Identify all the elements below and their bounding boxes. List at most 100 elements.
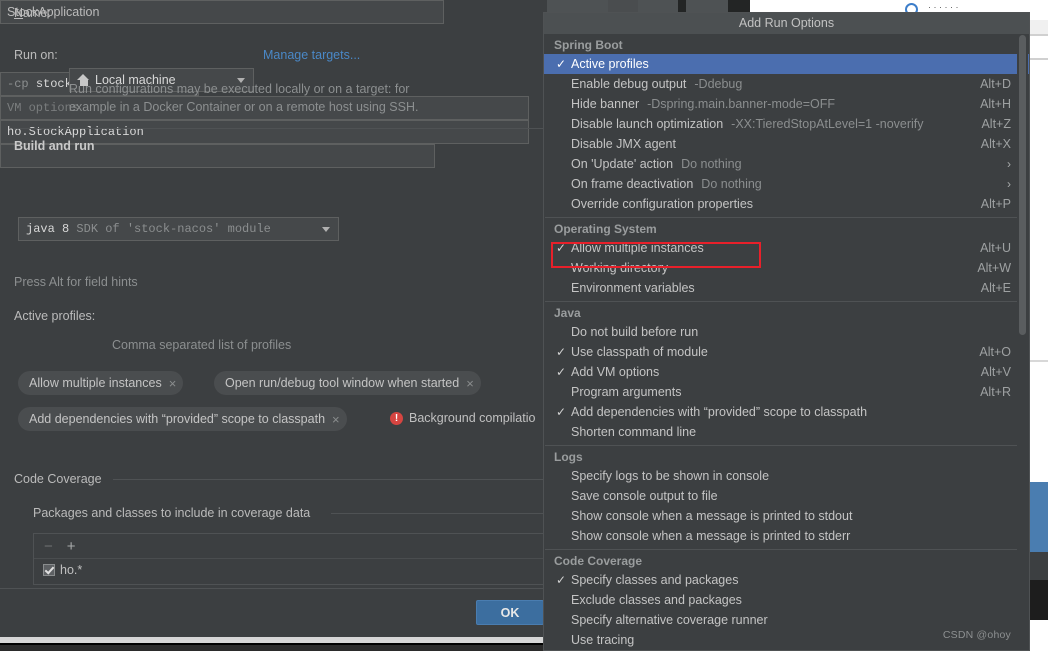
chip-add-provided-dependencies[interactable]: Add dependencies with “provided” scope t… [18,407,347,431]
warning-icon: ! [390,411,403,425]
chip-open-run-debug-tool-window[interactable]: Open run/debug tool window when started … [214,371,481,395]
name-row: Name: [14,6,51,20]
field-hints-text: Press Alt for field hints [14,275,138,289]
chevron-down-icon [322,226,330,232]
active-profiles-hint: Comma separated list of profiles [112,338,292,352]
menu-item-shorten-command-line[interactable]: Shorten command line [544,422,1029,442]
add-pattern-button[interactable]: + [67,539,76,554]
menu-item-specify-logs-to-be-shown-in-console[interactable]: Specify logs to be shown in console [544,466,1029,486]
chip-label: Add dependencies with “provided” scope t… [29,412,326,426]
close-icon[interactable]: × [466,377,474,390]
manage-targets-row: Manage targets... [263,48,360,62]
coverage-pattern-checkbox[interactable] [43,564,55,576]
menu-item-program-arguments[interactable]: Program arguments Alt+R [544,382,1029,402]
menu-item-label: Active profiles [571,57,649,71]
run-on-hint-line1: Run configurations may be executed local… [69,82,410,96]
jre-suffix: SDK of 'stock-nacos' module [76,222,271,236]
menu-item-sublabel: -XX:TieredStopAtLevel=1 -noverify [731,117,924,131]
manage-targets-link[interactable]: Manage targets... [263,48,360,62]
checkmark-icon: ✓ [556,345,567,359]
menu-item-disable-jmx-agent[interactable]: Disable JMX agent Alt+X [544,134,1029,154]
menu-item-label: Specify classes and packages [571,573,739,587]
menu-item-shortcut: Alt+V [980,365,1011,379]
menu-item-shortcut: Alt+D [980,77,1011,91]
remove-pattern-button[interactable]: − [44,539,53,554]
divider [14,128,547,129]
menu-item-on-update-action[interactable]: On 'Update' action Do nothing › [544,154,1029,174]
coverage-toolbar: − + [34,534,546,559]
menu-item-allow-multiple-instances[interactable]: ✓ Allow multiple instances Alt+U [544,238,1029,258]
menu-item-enable-debug-output[interactable]: Enable debug output -Ddebug Alt+D [544,74,1029,94]
menu-item-environment-variables[interactable]: Environment variables Alt+E [544,278,1029,298]
close-icon[interactable]: × [332,413,340,426]
menu-item-label: Allow multiple instances [571,241,704,255]
menu-item-label: Add dependencies with “provided” scope t… [571,405,868,419]
coverage-group-label: Packages and classes to include in cover… [33,506,311,520]
menu-item-label: Enable debug output [571,77,687,91]
menu-item-sublabel: Do nothing [681,157,742,171]
menu-item-label: Program arguments [571,385,682,399]
ok-button[interactable]: OK [476,600,544,625]
menu-item-label: Disable launch optimization [571,117,724,131]
jre-combo[interactable]: java 8 SDK of 'stock-nacos' module [18,217,339,241]
checkmark-icon: ✓ [556,241,567,255]
menu-item-exclude-classes-and-packages[interactable]: Exclude classes and packages [544,590,1029,610]
run-configuration-dialog: Name: StockApplication Run on: Local mac… [0,0,547,645]
menu-item-show-console-when-a-message-is-printed-to-stdout[interactable]: Show console when a message is printed t… [544,506,1029,526]
menu-item-label: Show console when a message is printed t… [571,529,851,543]
menu-group-header: Spring Boot [554,38,623,52]
menu-item-sublabel: Do nothing [701,177,762,191]
close-icon[interactable]: × [169,377,177,390]
code-coverage-rule [113,479,547,480]
menu-item-label: Specify logs to be shown in console [571,469,770,483]
menu-item-shortcut: Alt+R [980,385,1011,399]
menu-item-label: Environment variables [571,281,695,295]
checkmark-icon: ✓ [556,573,567,587]
menu-item-sublabel: -Ddebug [694,77,743,91]
checkmark-icon: ✓ [556,405,567,419]
menu-group-header: Operating System [554,222,657,236]
menu-item-shortcut: Alt+X [980,137,1011,151]
jre-value: java 8 [26,222,70,236]
menu-item-specify-alternative-coverage-runner[interactable]: Specify alternative coverage runner [544,610,1029,630]
menu-item-disable-launch-optimization[interactable]: Disable launch optimization -XX:TieredSto… [544,114,1029,134]
menu-item-show-console-when-a-message-is-printed-to-stderr[interactable]: Show console when a message is printed t… [544,526,1029,546]
menu-item-do-not-build-before-run[interactable]: Do not build before run [544,322,1029,342]
coverage-pattern-row[interactable]: ho.* [34,559,546,581]
menu-group-header: Java [554,306,581,320]
menu-item-hide-banner[interactable]: Hide banner -Dspring.main.banner-mode=OFF… [544,94,1029,114]
menu-item-save-console-output-to-file[interactable]: Save console output to file [544,486,1029,506]
menu-item-shortcut: Alt+P [980,197,1011,211]
menu-item-use-classpath-of-module[interactable]: ✓ Use classpath of module Alt+O [544,342,1029,362]
classpath-prefix: -cp [7,77,29,91]
run-on-row: Run on: [14,48,58,62]
menu-item-specify-classes-and-packages[interactable]: ✓ Specify classes and packages [544,570,1029,590]
chevron-right-icon: › [1007,157,1011,171]
coverage-group-rule [331,513,547,514]
menu-item-active-profiles[interactable]: ✓ Active profiles [544,54,1029,74]
chip-allow-multiple-instances[interactable]: Allow multiple instances × [18,371,184,395]
menu-item-label: Show console when a message is printed t… [571,509,853,523]
popup-scrollbar-thumb[interactable] [1019,35,1026,335]
menu-item-on-frame-deactivation[interactable]: On frame deactivation Do nothing › [544,174,1029,194]
checkmark-icon: ✓ [556,365,567,379]
background-compilation-warning: ! Background compilatio [390,411,535,425]
menu-item-shortcut: Alt+U [980,241,1011,255]
popup-title: Add Run Options [544,13,1029,34]
menu-item-shortcut: Alt+E [980,281,1011,295]
menu-item-sublabel: -Dspring.main.banner-mode=OFF [647,97,836,111]
background-text: · · · · · · [928,2,959,12]
menu-item-add-vm-options[interactable]: ✓ Add VM options Alt+V [544,362,1029,382]
menu-item-label: On 'Update' action [571,157,674,171]
menu-item-label: Specify alternative coverage runner [571,613,768,627]
menu-item-add-dependencies-with-provided-scope-to-classpath[interactable]: ✓ Add dependencies with “provided” scope … [544,402,1029,422]
menu-item-working-directory[interactable]: Working directory Alt+W [544,258,1029,278]
menu-item-override-configuration-properties[interactable]: Override configuration properties Alt+P [544,194,1029,214]
menu-item-shortcut: Alt+W [977,261,1011,275]
menu-item-label: Add VM options [571,365,660,379]
run-on-hint-line2: example in a Docker Container or on a re… [69,100,419,114]
name-label: Name: [14,6,51,20]
menu-item-label: Shorten command line [571,425,697,439]
name-input[interactable]: StockApplication [0,0,444,24]
popup-scrollbar[interactable] [1017,35,1028,650]
